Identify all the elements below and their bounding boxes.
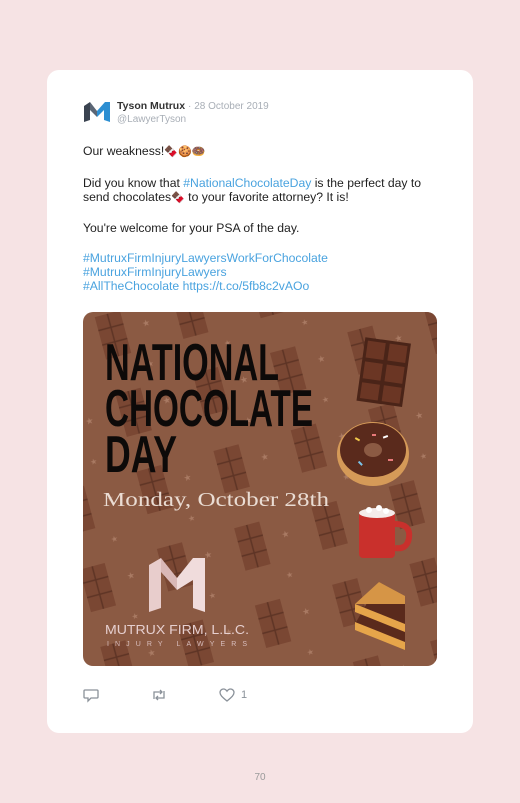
like-heart-icon[interactable] [219,687,235,703]
chocolate-emoji: 🍫 [171,191,185,204]
tweet-line-1: Our weakness! [83,144,165,158]
tweet-actions: 1 [83,687,443,705]
tweet-para-2c: to your favorite attorney? It is! [184,190,349,204]
hashtag-all-the-chocolate[interactable]: #AllTheChocolate [83,279,179,293]
separator-dot: · [187,101,192,112]
hashtag-work-for-chocolate[interactable]: #MutruxFirmInjuryLawyersWorkForChocolate [83,251,328,265]
chocolate-bar-illustration [356,337,411,408]
hashtag-national-chocolate-day[interactable]: #NationalChocolateDay [183,176,311,190]
tweet-date[interactable]: 28 October 2019 [194,101,269,112]
tweet-card: Tyson Mutrux · 28 October 2019 @LawyerTy… [47,70,473,733]
tweet-para-2a: Did you know that [83,176,184,190]
national-chocolate-day-graphic: ★ ★ NATIONAL CHOCOLATE DAY Monday, Octob… [83,312,437,666]
retweet-icon[interactable] [150,687,168,703]
image-title-line-3: DAY [105,426,177,484]
tweet-line-3: You're welcome for your PSA of the day. [83,221,300,235]
author-name[interactable]: Tyson Mutrux [117,100,185,112]
author-handle[interactable]: @LawyerTyson [117,113,269,126]
like-count: 1 [241,689,248,701]
firm-name: MUTRUX FIRM, L.L.C. [105,622,249,637]
reply-icon[interactable] [83,687,99,703]
tweet-link[interactable]: https://t.co/5fb8c2vAOo [183,279,310,293]
chocolate-cookie-donut-emoji: 🍫🍪🍩 [164,145,206,158]
image-date-text: Monday, October 28th [103,489,329,511]
tweet-image[interactable]: ★ ★ NATIONAL CHOCOLATE DAY Monday, Octob… [83,312,437,666]
tweet-text: Our weakness!🍫🍪🍩 Did you know that #Nati… [83,144,443,293]
donut-illustration [337,422,409,486]
hashtag-injury-lawyers[interactable]: #MutruxFirmInjuryLawyers [83,265,227,279]
mutrux-logo-avatar[interactable] [83,100,111,124]
page-number: 70 [254,772,266,783]
